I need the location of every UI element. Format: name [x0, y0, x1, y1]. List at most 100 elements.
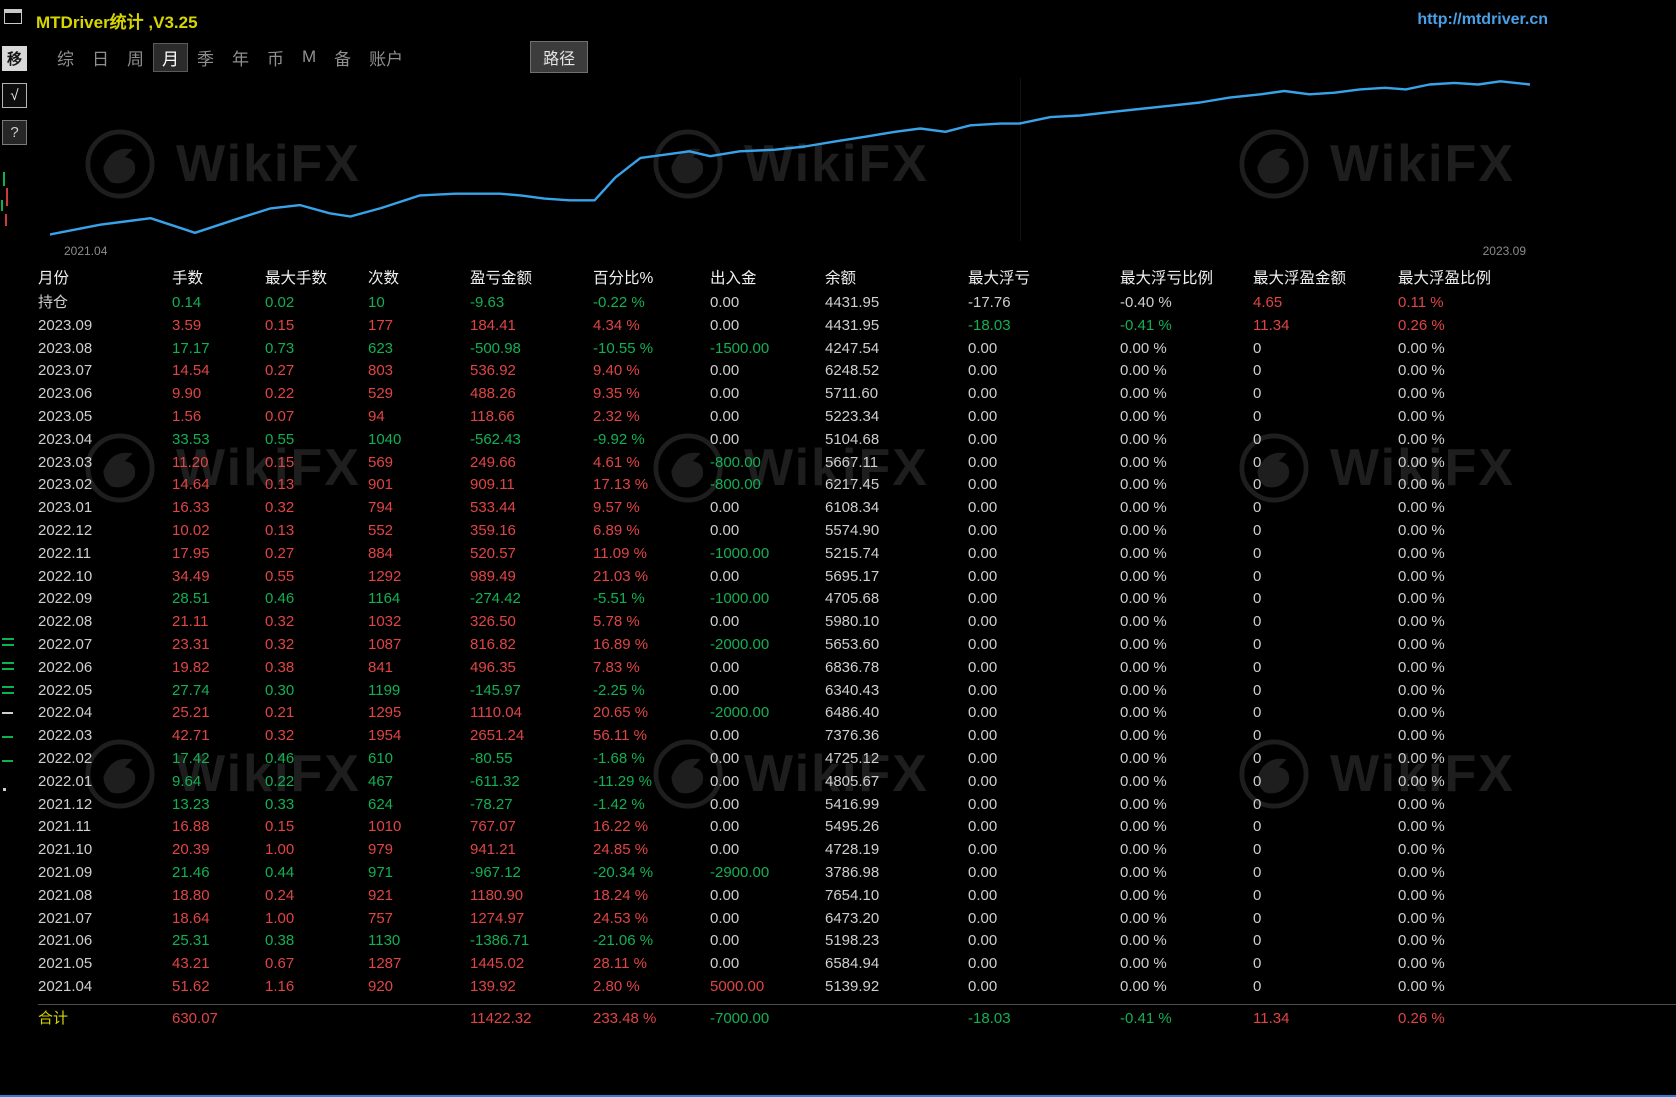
tick-mark — [2, 662, 14, 670]
cell: -500.98 — [470, 338, 593, 361]
tick-mark — [2, 638, 14, 646]
table-row[interactable]: 2021.1020.391.00979941.2124.85 %0.004728… — [38, 839, 1676, 862]
restore-window-icon[interactable] — [4, 9, 22, 24]
cell: 0.00 % — [1398, 657, 1676, 680]
cell: 0.00 % — [1398, 862, 1676, 885]
cell: 496.35 — [470, 657, 593, 680]
menu-tab-0[interactable]: 综 — [48, 43, 83, 72]
cell: 1010 — [368, 816, 470, 839]
menu-tab-7[interactable]: M — [293, 45, 325, 69]
cell: -1386.71 — [470, 930, 593, 953]
tick-mark — [2, 760, 13, 762]
cell: 0.00 — [968, 930, 1120, 953]
cell: 0.00 % — [1120, 816, 1253, 839]
cell: 25.21 — [172, 702, 265, 725]
table-row[interactable]: 2023.0817.170.73623-500.98-10.55 %-1500.… — [38, 338, 1676, 361]
check-tool-button[interactable]: √ — [2, 83, 27, 108]
table-row[interactable]: 2021.0625.310.381130-1386.71-21.06 %0.00… — [38, 930, 1676, 953]
table-row[interactable]: 2021.0921.460.44971-967.12-20.34 %-2900.… — [38, 862, 1676, 885]
table-row[interactable]: 2023.0311.200.15569249.664.61 %-800.0056… — [38, 452, 1676, 475]
table-row[interactable]: 2023.093.590.15177184.414.34 %0.004431.9… — [38, 315, 1676, 338]
table-row[interactable]: 2022.0619.820.38841496.357.83 %0.006836.… — [38, 657, 1676, 680]
cell: 0.30 — [265, 680, 368, 703]
cell: 7376.36 — [825, 725, 968, 748]
table-row[interactable]: 2022.0723.310.321087816.8216.89 %-2000.0… — [38, 634, 1676, 657]
cell: 0.22 — [265, 771, 368, 794]
menu-tab-2[interactable]: 周 — [118, 43, 153, 72]
cell: 2.80 % — [593, 976, 710, 999]
cell: 0 — [1253, 953, 1398, 976]
table-row[interactable]: 持仓0.140.0210-9.63-0.22 %0.004431.95-17.7… — [38, 292, 1676, 315]
cell: 21.46 — [172, 862, 265, 885]
menu-tab-8[interactable]: 备 — [325, 43, 360, 72]
table-row[interactable]: 2022.1210.020.13552359.166.89 %0.005574.… — [38, 520, 1676, 543]
cell: -11.29 % — [593, 771, 710, 794]
cell: 0.00 — [710, 611, 825, 634]
cell: 0.00 % — [1120, 748, 1253, 771]
cell: 0.00 % — [1120, 839, 1253, 862]
table-header-row: 月份手数最大手数次数盈亏金额百分比%出入金余额最大浮亏最大浮亏比例最大浮盈金额最… — [38, 266, 1676, 292]
cell: 14.54 — [172, 360, 265, 383]
table-row[interactable]: 2022.0342.710.3219542651.2456.11 %0.0073… — [38, 725, 1676, 748]
cell: 0.15 — [265, 816, 368, 839]
cell: 1.00 — [265, 908, 368, 931]
cell: 0.00 — [710, 908, 825, 931]
tick-mark — [5, 214, 7, 226]
website-link[interactable]: http://mtdriver.cn — [1417, 11, 1548, 29]
table-row[interactable]: 2022.1117.950.27884520.5711.09 %-1000.00… — [38, 543, 1676, 566]
help-tool-button[interactable]: ? — [2, 120, 27, 145]
menu-tab-4[interactable]: 季 — [188, 43, 223, 72]
cell: 0.00 % — [1398, 452, 1676, 475]
cell: 11422.32 — [470, 1005, 593, 1031]
cell: 0.00 — [968, 452, 1120, 475]
cell: 0 — [1253, 794, 1398, 817]
table-row[interactable]: 2022.0217.420.46610-80.55-1.68 %0.004725… — [38, 748, 1676, 771]
cell: 0 — [1253, 930, 1398, 953]
cell: 0.00 % — [1398, 520, 1676, 543]
column-header: 盈亏金额 — [470, 266, 593, 292]
table-row[interactable]: 2021.0818.800.249211180.9018.24 %0.00765… — [38, 885, 1676, 908]
table-row[interactable]: 2021.1213.230.33624-78.27-1.42 %0.005416… — [38, 794, 1676, 817]
cell: 10.02 — [172, 520, 265, 543]
cell: 0 — [1253, 452, 1398, 475]
move-tool-button[interactable]: 移 — [2, 46, 27, 71]
table-row[interactable]: 2021.1116.880.151010767.0716.22 %0.00549… — [38, 816, 1676, 839]
table-row[interactable]: 2022.0425.210.2112951110.0420.65 %-2000.… — [38, 702, 1676, 725]
cell: 0.00 — [710, 497, 825, 520]
table-row[interactable]: 2023.0116.330.32794533.449.57 %0.006108.… — [38, 497, 1676, 520]
cell: 2021.10 — [38, 839, 172, 862]
cell: 249.66 — [470, 452, 593, 475]
menu-tab-5[interactable]: 年 — [223, 43, 258, 72]
table-row[interactable]: 2022.019.640.22467-611.32-11.29 %0.00480… — [38, 771, 1676, 794]
chart-crosshair-line — [1020, 78, 1021, 241]
cell: 11.20 — [172, 452, 265, 475]
cell: 0.26 % — [1398, 1005, 1676, 1031]
menu-tab-6[interactable]: 币 — [258, 43, 293, 72]
table-row[interactable]: 2023.0714.540.27803536.929.40 %0.006248.… — [38, 360, 1676, 383]
cell: 0 — [1253, 771, 1398, 794]
table-row[interactable]: 2023.051.560.0794118.662.32 %0.005223.34… — [38, 406, 1676, 429]
table-row[interactable]: 2022.0928.510.461164-274.42-5.51 %-1000.… — [38, 588, 1676, 611]
cell: 2021.08 — [38, 885, 172, 908]
table-row[interactable]: 2023.0433.530.551040-562.43-9.92 %0.0051… — [38, 429, 1676, 452]
cell: 2021.06 — [38, 930, 172, 953]
path-button[interactable]: 路径 — [530, 41, 588, 73]
table-row[interactable]: 2022.0821.110.321032326.505.78 %0.005980… — [38, 611, 1676, 634]
cell: -10.55 % — [593, 338, 710, 361]
table-row[interactable]: 2023.0214.640.13901909.1117.13 %-800.006… — [38, 474, 1676, 497]
table-row[interactable]: 2023.069.900.22529488.269.35 %0.005711.6… — [38, 383, 1676, 406]
menu-tab-3[interactable]: 月 — [153, 43, 188, 72]
cell: 0.27 — [265, 360, 368, 383]
cell: -18.03 — [968, 1005, 1120, 1031]
table-row[interactable]: 2022.0527.740.301199-145.97-2.25 %0.0063… — [38, 680, 1676, 703]
table-row[interactable]: 2021.0451.621.16920139.922.80 %5000.0051… — [38, 976, 1676, 999]
x-axis-end-label: 2023.09 — [1483, 244, 1526, 258]
cell: 841 — [368, 657, 470, 680]
table-row[interactable]: 2021.0543.210.6712871445.0228.11 %0.0065… — [38, 953, 1676, 976]
cell: 0.00 % — [1398, 429, 1676, 452]
menu-tab-9[interactable]: 账户 — [360, 43, 412, 72]
table-row[interactable]: 2022.1034.490.551292989.4921.03 %0.00569… — [38, 566, 1676, 589]
menu-tab-1[interactable]: 日 — [83, 43, 118, 72]
table-row[interactable]: 2021.0718.641.007571274.9724.53 %0.00647… — [38, 908, 1676, 931]
column-header: 最大浮亏比例 — [1120, 266, 1253, 292]
